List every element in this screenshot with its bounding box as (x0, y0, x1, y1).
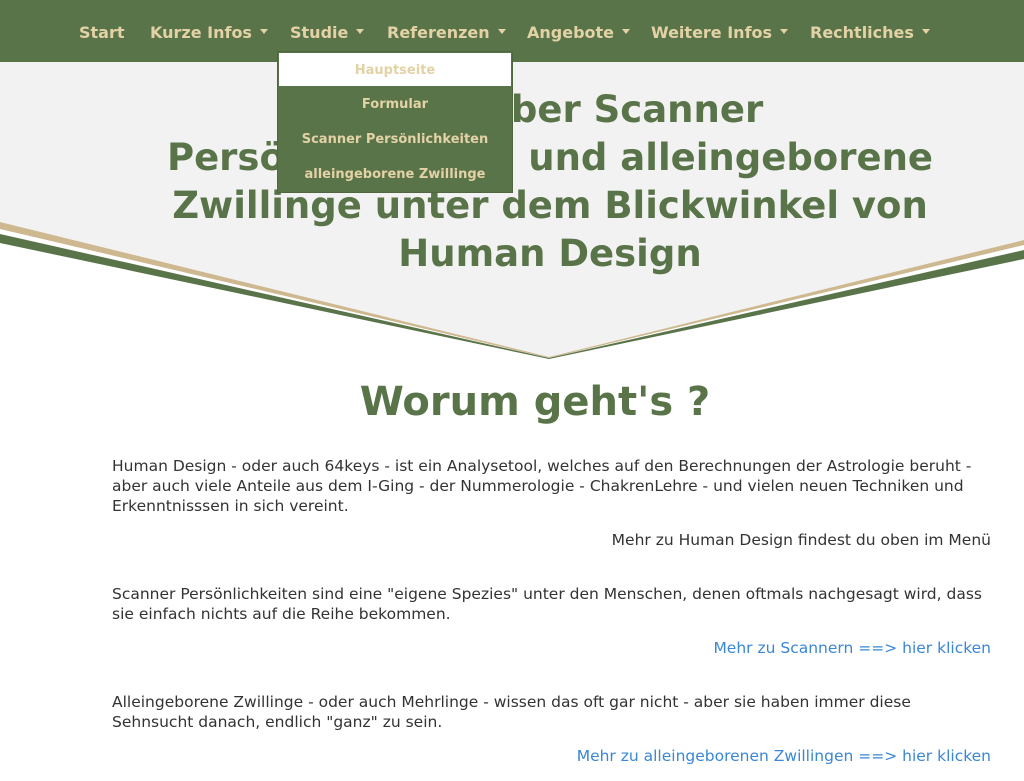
chevron-down-icon (622, 29, 631, 34)
dropdown-item-formular[interactable]: Formular (278, 87, 512, 122)
nav-item-start[interactable]: Start (79, 0, 125, 62)
scanner-paragraph: Scanner Persönlichkeiten sind eine "eige… (112, 585, 982, 623)
studie-dropdown-menu: Hauptseite Formular Scanner Persönlichke… (278, 52, 512, 192)
nav-item-label: Studie (290, 23, 349, 42)
main-navigation: Start Kurze Infos Studie Referenzen Ange… (0, 0, 1024, 62)
chevron-down-icon (921, 29, 930, 34)
nav-item-rechtliches[interactable]: Rechtliches (810, 0, 930, 62)
nav-item-kurze-infos[interactable]: Kurze Infos (150, 0, 268, 62)
section-heading: Worum geht's ? (359, 379, 711, 425)
dropdown-item-alleingeborene-zwillinge[interactable]: alleingeborene Zwillinge (278, 157, 512, 192)
chevron-down-icon (780, 29, 789, 34)
human-design-more-text: Mehr zu Human Design findest du oben im … (611, 531, 991, 549)
nav-item-label: Referenzen (387, 23, 490, 42)
nav-item-label: Start (79, 23, 125, 42)
twins-more-link[interactable]: Mehr zu alleingeborenen Zwillingen ==> h… (112, 746, 991, 766)
nav-item-label: Rechtliches (810, 23, 914, 42)
dropdown-item-scanner-persoenlichkeiten[interactable]: Scanner Persönlichkeiten (278, 122, 512, 157)
chevron-down-icon (259, 29, 268, 34)
chevron-down-icon (497, 29, 506, 34)
human-design-paragraph: Human Design - oder auch 64keys - ist ei… (112, 457, 972, 515)
twins-paragraph: Alleingeborene Zwillinge - oder auch Meh… (112, 693, 911, 731)
nav-item-label: Weitere Infos (651, 23, 773, 42)
nav-item-weitere-infos[interactable]: Weitere Infos (651, 0, 789, 62)
nav-item-label: Angebote (527, 23, 615, 42)
chevron-down-icon (356, 29, 365, 34)
nav-item-angebote[interactable]: Angebote (527, 0, 631, 62)
nav-item-label: Kurze Infos (150, 23, 252, 42)
scanner-more-link[interactable]: Mehr zu Scannern ==> hier klicken (112, 638, 991, 658)
dropdown-item-hauptseite[interactable]: Hauptseite (278, 52, 512, 87)
hero-title: Studie über Scanner Persönlichkeiten und… (166, 88, 934, 275)
